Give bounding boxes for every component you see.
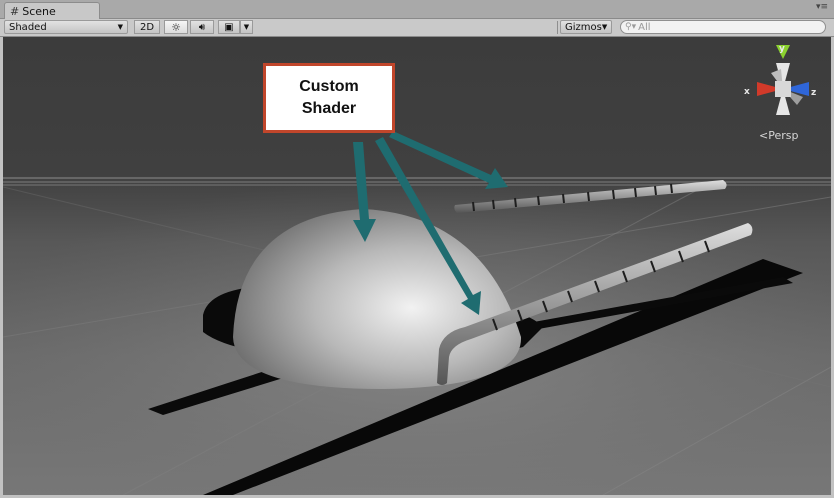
mode-2d-button[interactable]: 2D	[134, 20, 160, 34]
sun-icon: ☼	[171, 20, 181, 34]
custom-shader-callout: Custom Shader	[263, 63, 395, 133]
image-icon: ▣	[224, 21, 234, 33]
scene-render: y x z	[3, 37, 831, 495]
hash-icon: #	[10, 4, 20, 18]
shading-mode-label: Shaded	[9, 21, 47, 33]
dropdown-arrow-icon: ▼	[243, 23, 250, 31]
dropdown-arrow-icon: ▼	[601, 23, 608, 31]
tab-scene[interactable]: # Scene	[4, 2, 100, 19]
scene-window: # Scene ▾≡ Shaded ▼ 2D ☼ 🔊︎ ▣ ▼ Gizmos ▼	[0, 0, 834, 498]
gizmos-label: Gizmos	[565, 21, 602, 33]
scene-audio-button[interactable]: 🔊︎	[190, 20, 214, 34]
dropdown-arrow-icon: ▼	[117, 23, 123, 31]
callout-line-1: Custom	[299, 78, 359, 95]
scene-toolbar: Shaded ▼ 2D ☼ 🔊︎ ▣ ▼ Gizmos ▼ ⚲▾ All	[0, 19, 834, 37]
persp-icon: <	[759, 129, 769, 142]
shading-mode-dropdown[interactable]: Shaded ▼	[4, 20, 128, 34]
search-input[interactable]: ⚲▾ All	[620, 20, 826, 34]
scene-viewport[interactable]: y x z Custom Shader <Persp	[3, 37, 831, 495]
axis-z-label: z	[811, 88, 816, 98]
toolbar-separator	[557, 21, 558, 34]
gizmos-dropdown[interactable]: Gizmos ▼	[560, 20, 612, 34]
axis-x-label: x	[744, 87, 750, 97]
search-icon: ⚲▾	[625, 22, 637, 32]
effects-dropdown-button[interactable]: ▼	[240, 20, 253, 34]
mode-2d-label: 2D	[139, 21, 155, 33]
scene-effects-button[interactable]: ▣	[218, 20, 240, 34]
persp-label: Persp	[768, 129, 799, 142]
axis-y-label: y	[779, 44, 785, 54]
window-menu-icon[interactable]: ▾≡	[816, 2, 828, 12]
persp-toggle[interactable]: <Persp	[759, 129, 798, 142]
speaker-icon: 🔊︎	[198, 21, 206, 33]
tab-label: Scene	[22, 4, 56, 18]
callout-line-2: Shader	[301, 100, 357, 117]
tab-bar: # Scene ▾≡	[0, 0, 834, 19]
search-placeholder: All	[638, 21, 651, 33]
scene-lighting-button[interactable]: ☼	[164, 20, 188, 34]
